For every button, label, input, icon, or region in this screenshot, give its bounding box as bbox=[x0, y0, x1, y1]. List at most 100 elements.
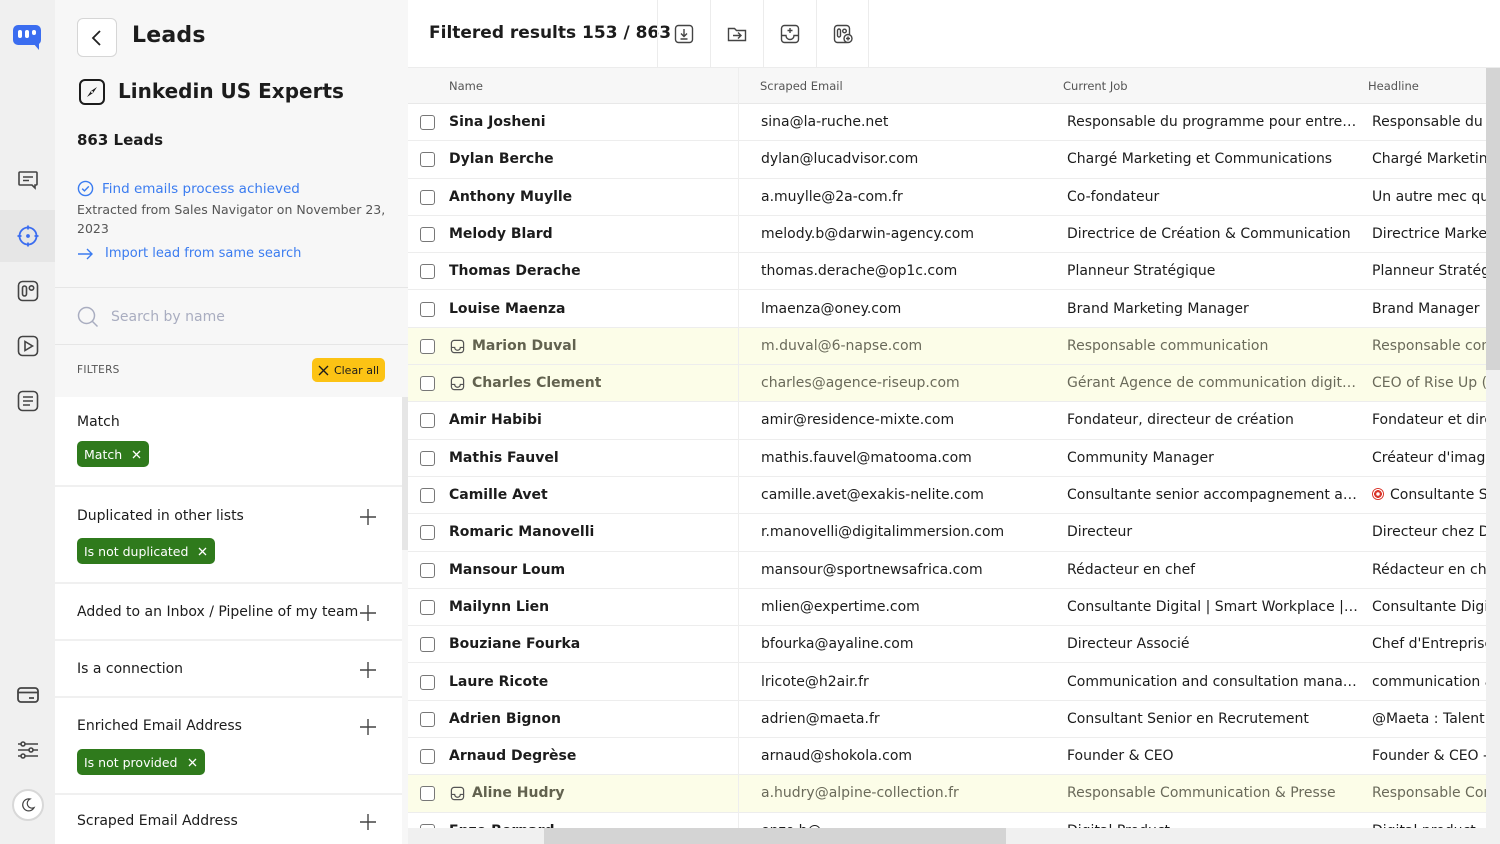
dark-mode-toggle[interactable] bbox=[12, 789, 44, 821]
add-to-inbox-button[interactable] bbox=[763, 0, 816, 68]
lead-name[interactable]: Bouziane Fourka bbox=[449, 636, 580, 652]
table-row[interactable]: Thomas Derache thomas.derache@op1c.com Pla… bbox=[408, 253, 1500, 291]
lead-name[interactable]: Charles Clement bbox=[472, 375, 601, 391]
lead-name[interactable]: Romaric Manovelli bbox=[449, 524, 594, 540]
lead-name[interactable]: Dylan Berche bbox=[449, 151, 554, 167]
add-filter-icon[interactable] bbox=[358, 812, 378, 832]
lead-name[interactable]: Melody Blard bbox=[449, 226, 553, 242]
remove-chip-icon[interactable] bbox=[132, 450, 141, 459]
filter-chip[interactable]: Match bbox=[77, 441, 150, 467]
rail-campaigns[interactable] bbox=[0, 265, 55, 317]
filter-inbox-pipeline[interactable]: Added to an Inbox / Pipeline of my team bbox=[55, 584, 402, 641]
column-header-name[interactable]: Name bbox=[449, 79, 483, 93]
filter-chip[interactable]: Is not duplicated bbox=[77, 538, 216, 564]
lead-headline-text: Responsable com bbox=[1372, 337, 1486, 354]
table-row[interactable]: Bouziane Fourka bfourka@ayaline.com Direct… bbox=[408, 626, 1500, 664]
column-header-headline[interactable]: Headline bbox=[1368, 79, 1419, 93]
table-row[interactable]: Dylan Berche dylan@lucadvisor.com Chargé M… bbox=[408, 141, 1500, 179]
filter-chip[interactable]: Is not provided bbox=[77, 749, 205, 775]
lead-name[interactable]: Arnaud Degrèse bbox=[449, 748, 576, 764]
row-checkbox[interactable] bbox=[420, 637, 435, 653]
lead-name[interactable]: Mansour Loum bbox=[449, 562, 565, 578]
filter-scraped-email[interactable]: Scraped Email Address bbox=[55, 795, 402, 844]
row-checkbox[interactable] bbox=[420, 152, 435, 168]
row-checkbox[interactable] bbox=[420, 674, 435, 690]
add-filter-icon[interactable] bbox=[358, 507, 378, 527]
row-checkbox[interactable] bbox=[420, 562, 435, 578]
table-row[interactable]: Adrien Bignon adrien@maeta.fr Consultant S… bbox=[408, 700, 1500, 739]
export-button[interactable] bbox=[657, 0, 710, 68]
column-header-current-job[interactable]: Current Job bbox=[1063, 79, 1128, 93]
vertical-scrollbar-thumb[interactable] bbox=[1486, 68, 1500, 370]
lead-name[interactable]: Aline Hudry bbox=[472, 785, 565, 801]
find-emails-status[interactable]: Find emails process achieved bbox=[77, 180, 300, 197]
lead-name[interactable]: Anthony Muylle bbox=[449, 189, 572, 205]
row-checkbox[interactable] bbox=[420, 450, 435, 466]
row-checkbox[interactable] bbox=[420, 711, 435, 727]
lead-name[interactable]: Louise Maenza bbox=[449, 301, 565, 317]
row-checkbox[interactable] bbox=[420, 189, 435, 205]
table-row[interactable]: Camille Avet camille.avet@exakis-nelite.c… bbox=[408, 477, 1500, 515]
filter-connection[interactable]: Is a connection bbox=[55, 641, 402, 698]
lead-name[interactable]: Laure Ricote bbox=[449, 674, 548, 690]
rail-templates[interactable] bbox=[0, 375, 55, 427]
lead-name[interactable]: Thomas Derache bbox=[449, 263, 581, 279]
column-header-scraped-email[interactable]: Scraped Email bbox=[760, 79, 843, 93]
lead-name[interactable]: Sina Josheni bbox=[449, 114, 546, 130]
search-input[interactable] bbox=[111, 309, 361, 325]
rail-settings[interactable] bbox=[0, 724, 55, 776]
clear-all-button[interactable]: Clear all bbox=[312, 358, 385, 382]
check-circle-icon bbox=[77, 180, 94, 197]
table-row[interactable]: Mansour Loum mansour@sportnewsafrica.com R… bbox=[408, 551, 1500, 589]
rail-prospecting[interactable] bbox=[0, 210, 55, 262]
lead-name[interactable]: Amir Habibi bbox=[449, 412, 542, 428]
add-to-campaign-button[interactable] bbox=[816, 0, 869, 68]
row-checkbox[interactable] bbox=[420, 115, 435, 130]
lead-name[interactable]: Camille Avet bbox=[449, 487, 548, 503]
table-row[interactable]: Arnaud Degrèse arnaud@shokola.com Founder … bbox=[408, 738, 1500, 776]
lead-name[interactable]: Mailynn Lien bbox=[449, 599, 549, 615]
row-checkbox[interactable] bbox=[420, 786, 435, 802]
lead-current-job: Directrice de Création & Communication bbox=[1067, 226, 1359, 242]
lead-name[interactable]: Marion Duval bbox=[472, 338, 577, 354]
row-checkbox[interactable] bbox=[420, 376, 435, 392]
row-checkbox[interactable] bbox=[420, 525, 435, 541]
horizontal-scrollbar-thumb[interactable] bbox=[544, 828, 1006, 844]
lead-name[interactable]: Mathis Fauvel bbox=[449, 450, 559, 466]
row-checkbox[interactable] bbox=[420, 264, 435, 280]
table-row[interactable]: Marion Duval m.duval@6-napse.com Responsab… bbox=[408, 327, 1500, 366]
add-filter-icon[interactable] bbox=[358, 717, 378, 737]
table-row[interactable]: Mathis Fauvel mathis.fauvel@matooma.com Co… bbox=[408, 439, 1500, 477]
row-checkbox[interactable] bbox=[420, 413, 435, 429]
back-button[interactable] bbox=[77, 18, 117, 57]
table-row[interactable]: Aline Hudry a.hudry@alpine-collection.fr R… bbox=[408, 775, 1500, 813]
app-logo-icon[interactable] bbox=[13, 25, 41, 51]
table-row[interactable]: Melody Blard melody.b@darwin-agency.com Di… bbox=[408, 215, 1500, 254]
table-row[interactable]: Charles Clement charles@agence-riseup.com… bbox=[408, 365, 1500, 403]
row-checkbox[interactable] bbox=[420, 338, 435, 354]
remove-chip-icon[interactable] bbox=[198, 547, 207, 556]
row-checkbox[interactable] bbox=[420, 599, 435, 615]
move-to-list-button[interactable] bbox=[710, 0, 763, 68]
rail-billing[interactable] bbox=[0, 669, 55, 721]
table-row[interactable]: Anthony Muylle a.muylle@2a-com.fr Co-fonda… bbox=[408, 178, 1500, 216]
table-row[interactable]: Louise Maenza lmaenza@oney.com Brand Marke… bbox=[408, 290, 1500, 328]
remove-chip-icon[interactable] bbox=[188, 758, 197, 767]
table-row[interactable]: Sina Josheni sina@la-ruche.net Responsable… bbox=[408, 104, 1500, 142]
table-row[interactable]: Amir Habibi amir@residence-mixte.com Fonda… bbox=[408, 402, 1500, 440]
row-checkbox[interactable] bbox=[420, 488, 435, 503]
row-checkbox[interactable] bbox=[420, 226, 435, 242]
import-lead-link[interactable]: Import lead from same search bbox=[77, 246, 301, 261]
rail-sequences[interactable] bbox=[0, 320, 55, 372]
lead-name[interactable]: Adrien Bignon bbox=[449, 711, 561, 727]
search-icon bbox=[77, 306, 99, 328]
row-checkbox[interactable] bbox=[420, 301, 435, 317]
table-row[interactable]: Romaric Manovelli r.manovelli@digitalimme… bbox=[408, 514, 1500, 552]
table-row[interactable]: Mailynn Lien mlien@expertime.com Consultan… bbox=[408, 588, 1500, 627]
table-row[interactable]: Laure Ricote lricote@h2air.fr Communicatio… bbox=[408, 663, 1500, 701]
download-icon bbox=[674, 24, 694, 44]
row-checkbox[interactable] bbox=[420, 749, 435, 765]
add-filter-icon[interactable] bbox=[358, 603, 378, 623]
add-filter-icon[interactable] bbox=[358, 660, 378, 680]
rail-messages[interactable] bbox=[0, 154, 55, 206]
